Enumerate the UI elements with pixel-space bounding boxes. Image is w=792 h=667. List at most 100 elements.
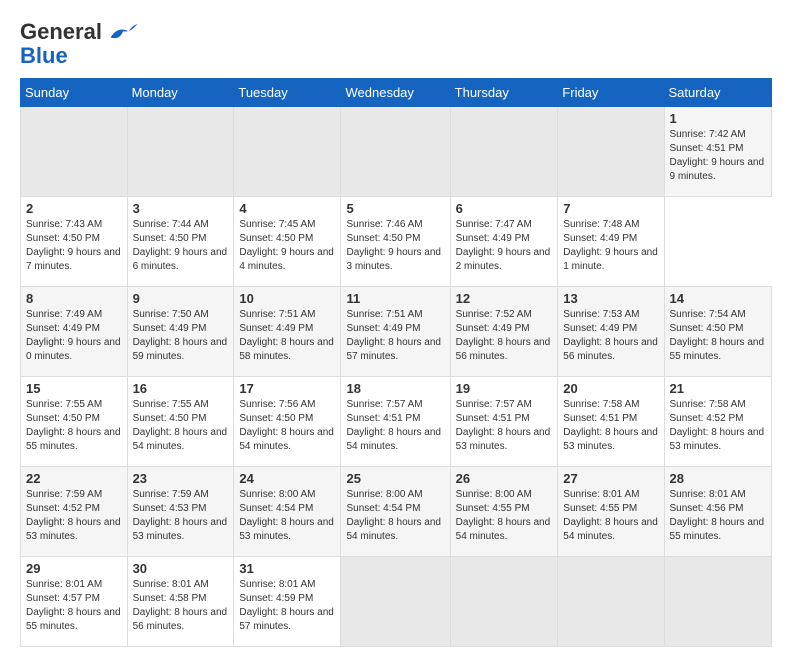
day-info: Sunrise: 7:54 AMSunset: 4:50 PMDaylight:… (670, 308, 766, 364)
day-number: 27 (563, 471, 658, 486)
day-cell: 18 Sunrise: 7:57 AMSunset: 4:51 PMDayligh… (341, 377, 450, 467)
day-cell: 22 Sunrise: 7:59 AMSunset: 4:52 PMDayligh… (21, 467, 128, 557)
day-info: Sunrise: 8:01 AMSunset: 4:58 PMDaylight:… (133, 578, 229, 634)
day-info: Sunrise: 8:00 AMSunset: 4:54 PMDaylight:… (239, 488, 335, 544)
day-number: 18 (346, 381, 444, 396)
logo-bird-icon (110, 24, 138, 42)
day-number: 28 (670, 471, 766, 486)
day-cell: 3 Sunrise: 7:44 AMSunset: 4:50 PMDaylight… (127, 197, 234, 287)
day-info: Sunrise: 8:00 AMSunset: 4:55 PMDaylight:… (456, 488, 553, 544)
day-cell: 10Sunrise: 7:51 AMSunset: 4:49 PMDayligh… (234, 287, 341, 377)
day-info: Sunrise: 8:00 AMSunset: 4:54 PMDaylight:… (346, 488, 444, 544)
calendar-table: SundayMondayTuesdayWednesdayThursdayFrid… (20, 78, 772, 647)
day-cell: 14Sunrise: 7:54 AMSunset: 4:50 PMDayligh… (664, 287, 771, 377)
week-row-3: 8 Sunrise: 7:49 AMSunset: 4:49 PMDaylight… (21, 287, 772, 377)
day-cell: 9 Sunrise: 7:50 AMSunset: 4:49 PMDaylight… (127, 287, 234, 377)
day-info: Sunrise: 7:47 AMSunset: 4:49 PMDaylight:… (456, 218, 553, 274)
day-number: 13 (563, 291, 658, 306)
day-number: 24 (239, 471, 335, 486)
day-info: Sunrise: 7:59 AMSunset: 4:53 PMDaylight:… (133, 488, 229, 544)
day-number: 4 (239, 201, 335, 216)
day-cell: 26 Sunrise: 8:00 AMSunset: 4:55 PMDayligh… (450, 467, 558, 557)
day-info: Sunrise: 7:53 AMSunset: 4:49 PMDaylight:… (563, 308, 658, 364)
day-number: 3 (133, 201, 229, 216)
day-cell: 28Sunrise: 8:01 AMSunset: 4:56 PMDayligh… (664, 467, 771, 557)
day-cell: 21Sunrise: 7:58 AMSunset: 4:52 PMDayligh… (664, 377, 771, 467)
day-cell: 15 Sunrise: 7:55 AMSunset: 4:50 PMDayligh… (21, 377, 128, 467)
day-cell (341, 107, 450, 197)
day-number: 19 (456, 381, 553, 396)
weekday-header-friday: Friday (558, 79, 664, 107)
day-number: 25 (346, 471, 444, 486)
day-number: 31 (239, 561, 335, 576)
day-cell: 17Sunrise: 7:56 AMSunset: 4:50 PMDayligh… (234, 377, 341, 467)
header: General Blue (20, 20, 772, 68)
day-cell (234, 107, 341, 197)
day-cell (127, 107, 234, 197)
day-number: 29 (26, 561, 122, 576)
day-info: Sunrise: 7:57 AMSunset: 4:51 PMDaylight:… (346, 398, 444, 454)
day-info: Sunrise: 7:59 AMSunset: 4:52 PMDaylight:… (26, 488, 122, 544)
day-info: Sunrise: 7:46 AMSunset: 4:50 PMDaylight:… (346, 218, 444, 274)
weekday-header-wednesday: Wednesday (341, 79, 450, 107)
day-info: Sunrise: 7:45 AMSunset: 4:50 PMDaylight:… (239, 218, 335, 274)
day-cell: 8 Sunrise: 7:49 AMSunset: 4:49 PMDaylight… (21, 287, 128, 377)
day-cell: 6Sunrise: 7:47 AMSunset: 4:49 PMDaylight… (450, 197, 558, 287)
day-info: Sunrise: 7:56 AMSunset: 4:50 PMDaylight:… (239, 398, 335, 454)
day-cell: 2 Sunrise: 7:43 AMSunset: 4:50 PMDaylight… (21, 197, 128, 287)
day-cell: 27 Sunrise: 8:01 AMSunset: 4:55 PMDayligh… (558, 467, 664, 557)
day-cell (558, 557, 664, 647)
day-info: Sunrise: 7:42 AMSunset: 4:51 PMDaylight:… (670, 128, 766, 184)
day-cell: 12Sunrise: 7:52 AMSunset: 4:49 PMDayligh… (450, 287, 558, 377)
day-info: Sunrise: 7:55 AMSunset: 4:50 PMDaylight:… (26, 398, 122, 454)
day-cell: 30 Sunrise: 8:01 AMSunset: 4:58 PMDayligh… (127, 557, 234, 647)
day-cell: 20 Sunrise: 7:58 AMSunset: 4:51 PMDayligh… (558, 377, 664, 467)
day-cell: 7Sunrise: 7:48 AMSunset: 4:49 PMDaylight… (558, 197, 664, 287)
day-number: 26 (456, 471, 553, 486)
weekday-header-thursday: Thursday (450, 79, 558, 107)
day-cell (664, 557, 771, 647)
day-info: Sunrise: 7:57 AMSunset: 4:51 PMDaylight:… (456, 398, 553, 454)
day-number: 30 (133, 561, 229, 576)
day-info: Sunrise: 7:49 AMSunset: 4:49 PMDaylight:… (26, 308, 122, 364)
day-number: 16 (133, 381, 229, 396)
day-info: Sunrise: 7:52 AMSunset: 4:49 PMDaylight:… (456, 308, 553, 364)
weekday-header-monday: Monday (127, 79, 234, 107)
day-info: Sunrise: 8:01 AMSunset: 4:59 PMDaylight:… (239, 578, 335, 634)
day-info: Sunrise: 7:44 AMSunset: 4:50 PMDaylight:… (133, 218, 229, 274)
day-number: 9 (133, 291, 229, 306)
day-info: Sunrise: 7:58 AMSunset: 4:51 PMDaylight:… (563, 398, 658, 454)
day-number: 8 (26, 291, 122, 306)
day-number: 23 (133, 471, 229, 486)
day-number: 15 (26, 381, 122, 396)
day-number: 2 (26, 201, 122, 216)
week-row-1: 1 Sunrise: 7:42 AMSunset: 4:51 PMDaylight… (21, 107, 772, 197)
day-cell: 1 Sunrise: 7:42 AMSunset: 4:51 PMDaylight… (664, 107, 771, 197)
day-cell: 19 Sunrise: 7:57 AMSunset: 4:51 PMDayligh… (450, 377, 558, 467)
day-info: Sunrise: 7:58 AMSunset: 4:52 PMDaylight:… (670, 398, 766, 454)
day-cell: 24 Sunrise: 8:00 AMSunset: 4:54 PMDayligh… (234, 467, 341, 557)
week-row-5: 22 Sunrise: 7:59 AMSunset: 4:52 PMDayligh… (21, 467, 772, 557)
day-number: 1 (670, 111, 766, 126)
day-info: Sunrise: 8:01 AMSunset: 4:57 PMDaylight:… (26, 578, 122, 634)
day-cell (450, 107, 558, 197)
day-number: 20 (563, 381, 658, 396)
weekday-header-sunday: Sunday (21, 79, 128, 107)
day-info: Sunrise: 8:01 AMSunset: 4:55 PMDaylight:… (563, 488, 658, 544)
day-number: 22 (26, 471, 122, 486)
day-cell (558, 107, 664, 197)
day-cell: 25 Sunrise: 8:00 AMSunset: 4:54 PMDayligh… (341, 467, 450, 557)
day-info: Sunrise: 7:55 AMSunset: 4:50 PMDaylight:… (133, 398, 229, 454)
day-cell: 16 Sunrise: 7:55 AMSunset: 4:50 PMDayligh… (127, 377, 234, 467)
day-info: Sunrise: 7:51 AMSunset: 4:49 PMDaylight:… (346, 308, 444, 364)
day-number: 5 (346, 201, 444, 216)
day-cell: 13 Sunrise: 7:53 AMSunset: 4:49 PMDayligh… (558, 287, 664, 377)
logo-general: General (20, 19, 102, 44)
day-info: Sunrise: 7:50 AMSunset: 4:49 PMDaylight:… (133, 308, 229, 364)
day-info: Sunrise: 7:43 AMSunset: 4:50 PMDaylight:… (26, 218, 122, 274)
day-info: Sunrise: 7:51 AMSunset: 4:49 PMDaylight:… (239, 308, 335, 364)
day-cell: 29 Sunrise: 8:01 AMSunset: 4:57 PMDayligh… (21, 557, 128, 647)
day-cell: 5 Sunrise: 7:46 AMSunset: 4:50 PMDaylight… (341, 197, 450, 287)
day-info: Sunrise: 7:48 AMSunset: 4:49 PMDaylight:… (563, 218, 658, 274)
day-cell: 4 Sunrise: 7:45 AMSunset: 4:50 PMDaylight… (234, 197, 341, 287)
